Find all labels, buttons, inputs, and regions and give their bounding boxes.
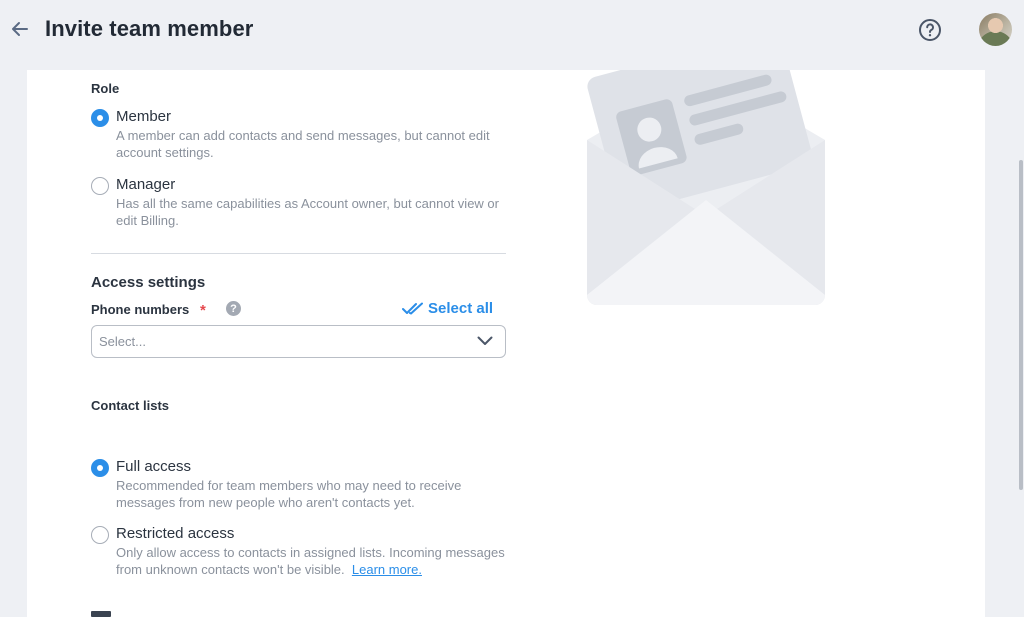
invite-form-card: Role Member A member can add contacts an… xyxy=(27,70,985,617)
avatar[interactable] xyxy=(979,13,1012,46)
select-all-label: Select all xyxy=(428,300,494,317)
chevron-down-icon xyxy=(477,336,493,345)
select-all-button[interactable]: Select all xyxy=(402,300,493,317)
member-label: Member xyxy=(116,108,172,125)
restricted-access-description: Only allow access to contacts in assigne… xyxy=(116,545,505,577)
restricted-access-description-block: Only allow access to contacts in assigne… xyxy=(116,545,506,578)
member-description: A member can add contacts and send messa… xyxy=(116,128,490,160)
full-access-label: Full access xyxy=(116,458,192,475)
member-radio[interactable] xyxy=(91,109,109,127)
page-header: Invite team member xyxy=(0,0,1024,70)
restricted-access-radio[interactable] xyxy=(91,526,109,544)
phone-numbers-label: Phone numbers xyxy=(91,302,190,317)
full-access-radio[interactable] xyxy=(91,459,109,477)
manager-description: Has all the same capabilities as Account… xyxy=(116,196,499,228)
restricted-access-label: Restricted access xyxy=(116,525,235,542)
full-access-description: Recommended for team members who may nee… xyxy=(116,478,462,510)
scrollbar-thumb[interactable] xyxy=(1019,160,1023,490)
next-section-label-cutoff xyxy=(91,611,111,617)
manager-radio[interactable] xyxy=(91,177,109,195)
contact-option-full-access[interactable]: Full access Recommended for team members… xyxy=(91,458,511,514)
question-circle-icon xyxy=(919,19,941,41)
phone-numbers-select[interactable]: Select... xyxy=(91,325,506,358)
learn-more-link[interactable]: Learn more. xyxy=(352,562,422,577)
access-settings-title: Access settings xyxy=(91,274,206,291)
envelope-illustration xyxy=(587,70,825,305)
required-mark: * xyxy=(200,302,206,319)
contact-lists-label: Contact lists xyxy=(91,398,170,413)
help-button[interactable] xyxy=(918,18,942,42)
section-divider xyxy=(91,253,506,254)
contact-option-restricted-access[interactable]: Restricted access Only allow access to c… xyxy=(91,525,511,597)
role-label: Role xyxy=(91,81,120,96)
page-title: Invite team member xyxy=(45,16,254,41)
select-placeholder: Select... xyxy=(99,334,146,349)
info-icon[interactable]: ? xyxy=(226,301,241,316)
role-option-manager[interactable]: Manager Has all the same capabilities as… xyxy=(91,176,511,232)
back-button[interactable] xyxy=(8,17,32,41)
scrollbar[interactable] xyxy=(1017,70,1024,617)
manager-label: Manager xyxy=(116,176,176,193)
arrow-left-icon xyxy=(12,22,28,36)
role-option-member[interactable]: Member A member can add contacts and sen… xyxy=(91,108,511,164)
double-check-icon xyxy=(402,302,423,314)
